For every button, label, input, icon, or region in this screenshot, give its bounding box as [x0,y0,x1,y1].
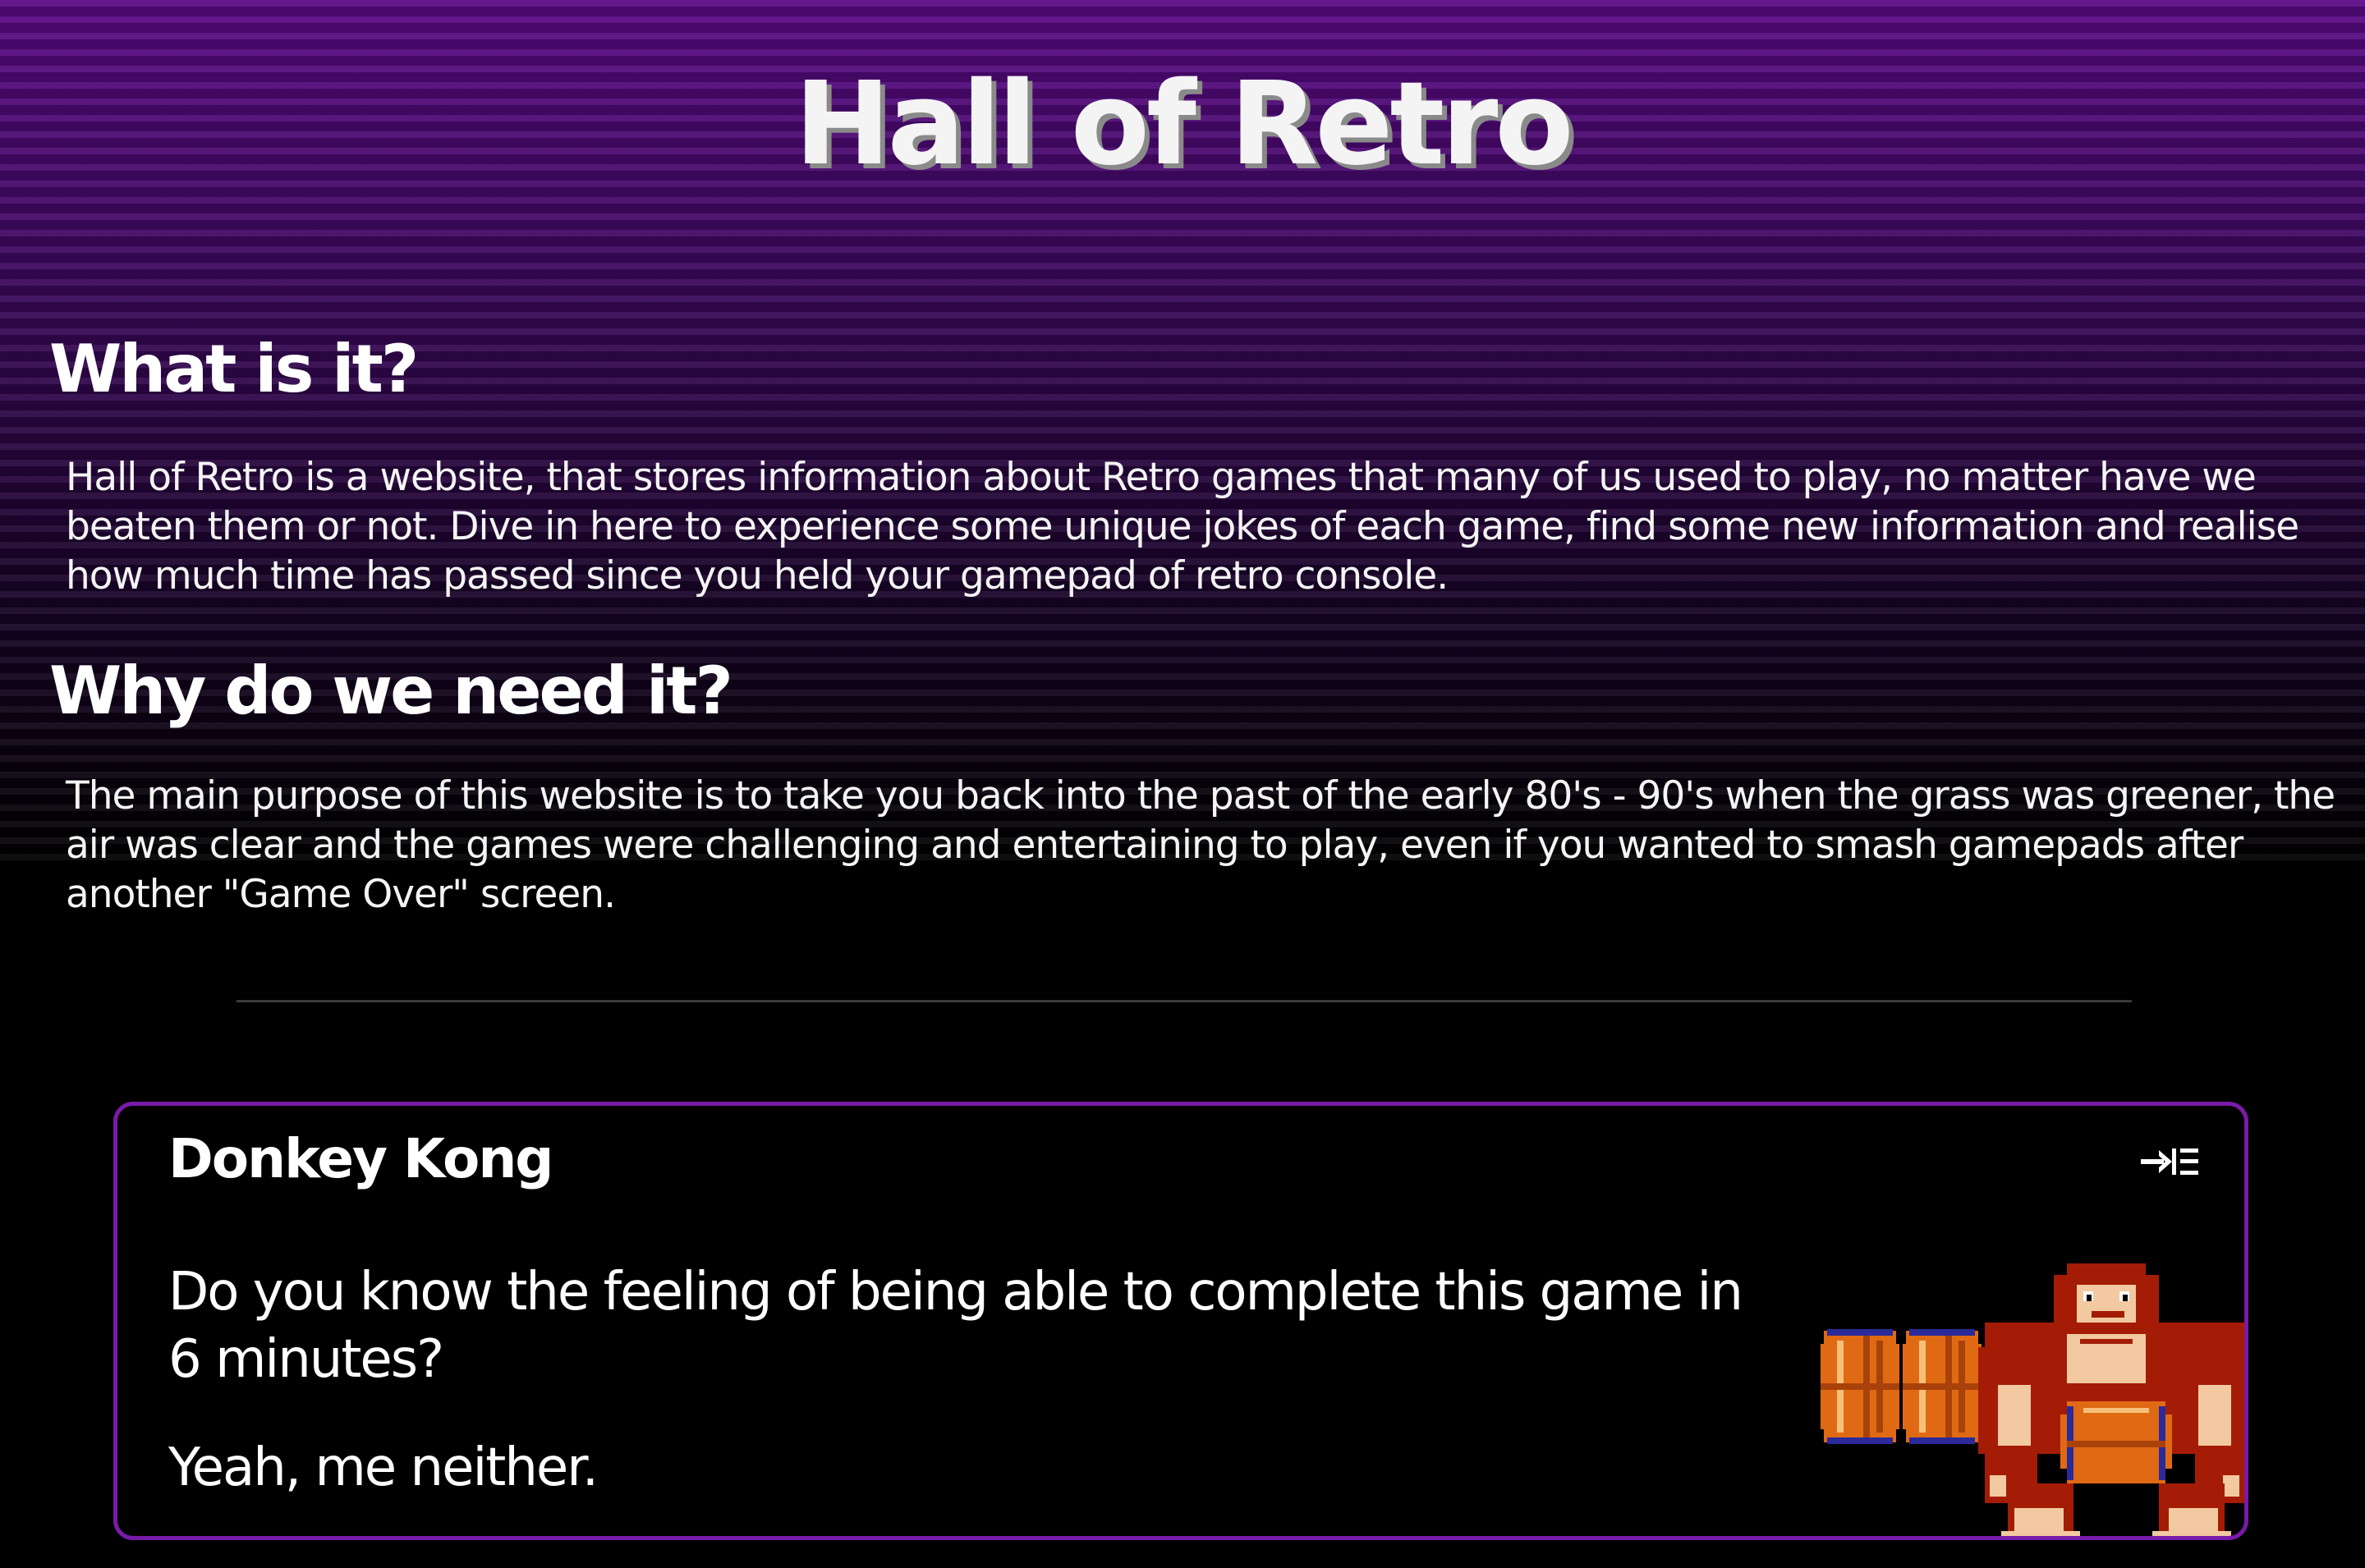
section-heading-what: What is it? [49,331,419,407]
game-card-title: Donkey Kong [168,1127,554,1190]
section-text-what: Hall of Retro is a website, that stores … [66,455,2299,598]
section-heading-why: Why do we need it? [49,653,733,729]
barrel-icon [1903,1329,1982,1444]
indent-expand-icon [2141,1148,2198,1175]
site-title: Hall of Retro [794,57,1573,191]
section-text-why: The main purpose of this website is to t… [66,773,2335,917]
game-card-text: Do you know the feeling of being able to… [168,1259,1811,1502]
game-card-donkey-kong: Donkey Kong Do you know the feeling of b… [113,1102,2248,1540]
barrel-icon [1821,1329,1899,1444]
donkey-kong-sprite [1978,1263,2244,1536]
page: Hall of Retro What is it? Hall of Retro … [0,0,2365,1568]
game-card-answer: Yeah, me neither. [168,1437,599,1498]
donkey-kong-image [1821,1263,2244,1536]
expand-button[interactable] [2141,1144,2200,1180]
divider [236,1000,2132,1002]
game-card-question: Do you know the feeling of being able to… [168,1262,1743,1390]
